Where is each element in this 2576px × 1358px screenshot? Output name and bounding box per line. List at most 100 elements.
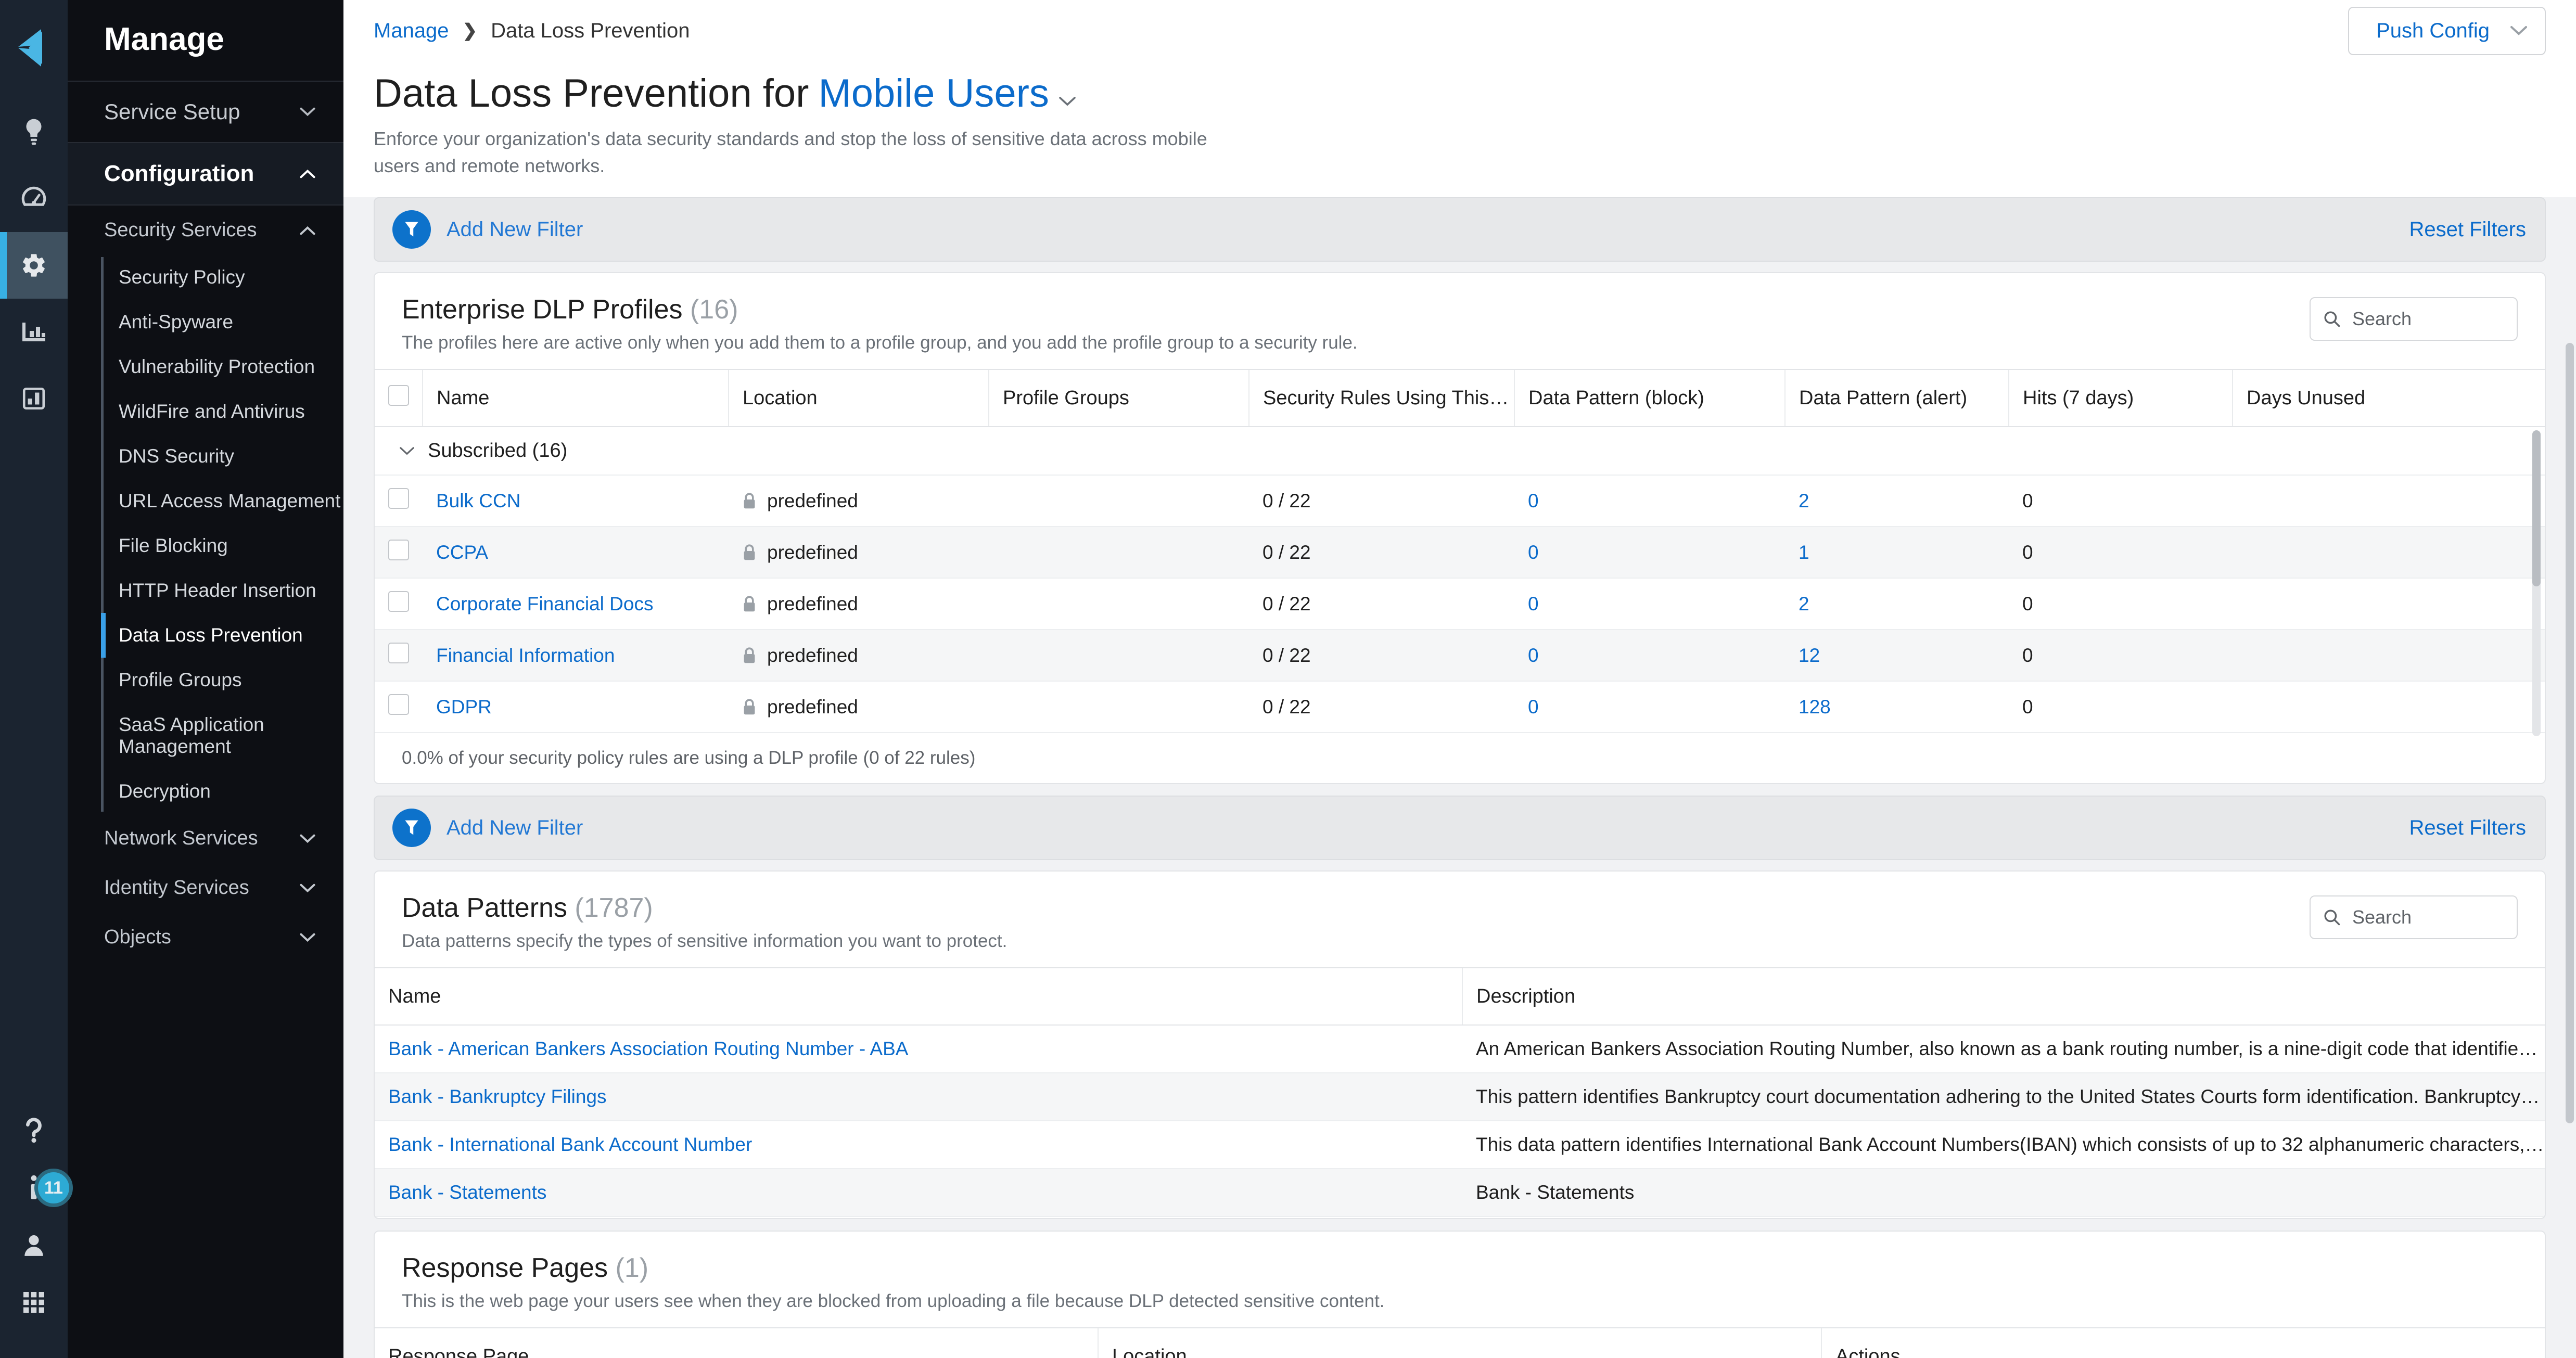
sidebar-item-url-access-management[interactable]: URL Access Management	[104, 479, 343, 523]
chevron-down-icon[interactable]	[400, 446, 414, 456]
cell-pattern-block[interactable]: 0	[1514, 527, 1785, 578]
cell-name[interactable]: Corporate Financial Docs	[423, 578, 729, 630]
page-scrollbar-thumb[interactable]	[2566, 343, 2574, 1123]
pattern-alert-link[interactable]: 128	[1799, 696, 1831, 718]
cell-pattern-block[interactable]: 0	[1514, 578, 1785, 630]
pattern-alert-link[interactable]: 12	[1799, 645, 1820, 666]
cell-name[interactable]: Bulk CCN	[423, 475, 729, 527]
cell-pattern-alert[interactable]: 12	[1785, 630, 2009, 681]
profile-name-link[interactable]: Financial Information	[436, 645, 615, 666]
user-avatar-icon[interactable]	[0, 1216, 68, 1274]
table-row[interactable]: CCPA predefined	[375, 527, 2545, 578]
col-hits[interactable]: Hits (7 days)	[2009, 369, 2233, 427]
row-checkbox[interactable]	[388, 488, 409, 509]
profiles-group-row[interactable]: Subscribed (16)	[375, 427, 2545, 475]
breadcrumb-manage[interactable]: Manage	[374, 19, 449, 43]
col-response-page[interactable]: Response Page	[375, 1328, 1098, 1358]
lightbulb-icon[interactable]	[0, 99, 68, 165]
cell-pattern-alert[interactable]: 2	[1785, 475, 2009, 527]
pattern-block-link[interactable]: 0	[1528, 593, 1539, 614]
cell-name[interactable]: Financial Information	[423, 630, 729, 681]
cell-pattern-alert[interactable]: 2	[1785, 578, 2009, 630]
app-grid-icon[interactable]	[0, 1274, 68, 1331]
pattern-block-link[interactable]: 0	[1528, 696, 1539, 718]
help-question-icon[interactable]	[0, 1102, 68, 1159]
sidebar-section-security-services[interactable]: Security Services	[68, 206, 343, 255]
cell-pattern-block[interactable]: 0	[1514, 475, 1785, 527]
table-row[interactable]: Financial Information predefined	[375, 630, 2545, 681]
pattern-alert-link[interactable]: 2	[1799, 593, 1809, 614]
info-icon[interactable]: 11	[0, 1159, 68, 1216]
pattern-alert-link[interactable]: 1	[1799, 542, 1809, 563]
profiles-scrollbar-thumb[interactable]	[2532, 430, 2541, 586]
pattern-name-link[interactable]: Bank - Bankruptcy Filings	[388, 1086, 607, 1107]
pattern-block-link[interactable]: 0	[1528, 490, 1539, 511]
table-row[interactable]: Bulk CCN	[375, 475, 2545, 527]
col-pattern-name[interactable]: Name	[375, 968, 1462, 1025]
row-checkbox[interactable]	[388, 540, 409, 560]
sidebar-item-anti-spyware[interactable]: Anti-Spyware	[104, 300, 343, 344]
cell-pattern-name[interactable]: Bank - International Bank Account Number	[375, 1121, 1462, 1169]
reset-filters-link-patterns[interactable]: Reset Filters	[2409, 816, 2527, 840]
table-row[interactable]: Bank - Statements Bank - Statements	[375, 1169, 2545, 1216]
table-row[interactable]: Secret Key - AWS Access Key ID This data…	[375, 1216, 2545, 1219]
col-days-unused[interactable]: Days Unused	[2233, 369, 2545, 427]
push-config-button[interactable]: Push Config	[2348, 7, 2546, 55]
add-filter-group[interactable]: Add New Filter	[392, 210, 583, 249]
gear-icon[interactable]	[0, 232, 68, 299]
sidebar-item-profile-groups[interactable]: Profile Groups	[104, 658, 343, 702]
profile-name-link[interactable]: Bulk CCN	[436, 490, 520, 511]
profile-name-link[interactable]: Corporate Financial Docs	[436, 593, 653, 614]
col-security-rules[interactable]: Security Rules Using This Pro...	[1249, 369, 1514, 427]
sidebar-group-objects[interactable]: Objects	[68, 913, 343, 962]
sidebar-group-configuration[interactable]: Configuration	[68, 143, 343, 206]
col-profile-groups[interactable]: Profile Groups	[989, 369, 1249, 427]
page-scrollbar[interactable]	[2565, 197, 2576, 1358]
table-row[interactable]: Bank - International Bank Account Number…	[375, 1121, 2545, 1169]
pattern-name-link[interactable]: Bank - American Bankers Association Rout…	[388, 1038, 908, 1059]
col-pattern-description[interactable]: Description	[1462, 968, 2545, 1025]
chevron-down-icon[interactable]	[1059, 96, 1076, 107]
row-checkbox[interactable]	[388, 694, 409, 715]
col-name[interactable]: Name	[423, 369, 729, 427]
add-new-filter-link[interactable]: Add New Filter	[447, 218, 583, 241]
scroll-region[interactable]: Add New Filter Reset Filters Enterprise …	[343, 197, 2576, 1358]
sidebar-group-network-services[interactable]: Network Services	[68, 814, 343, 863]
row-checkbox[interactable]	[388, 591, 409, 612]
cell-pattern-name[interactable]: Bank - Statements	[375, 1169, 1462, 1216]
col-location[interactable]: Location	[729, 369, 989, 427]
col-response-location[interactable]: Location	[1098, 1328, 1821, 1358]
sidebar-item-file-blocking[interactable]: File Blocking	[104, 523, 343, 568]
col-data-pattern-alert[interactable]: Data Pattern (alert)	[1785, 369, 2009, 427]
sidebar-item-decryption[interactable]: Decryption	[104, 769, 343, 814]
pattern-alert-link[interactable]: 2	[1799, 490, 1809, 511]
table-row[interactable]: Bank - American Bankers Association Rout…	[375, 1025, 2545, 1073]
bar-chart-icon[interactable]	[0, 299, 68, 365]
col-data-pattern-block[interactable]: Data Pattern (block)	[1514, 369, 1785, 427]
sidebar-item-http-header-insertion[interactable]: HTTP Header Insertion	[104, 568, 343, 613]
select-all-checkbox[interactable]	[388, 385, 409, 406]
page-title-scope[interactable]: Mobile Users	[818, 71, 1049, 116]
cell-pattern-block[interactable]: 0	[1514, 681, 1785, 733]
profile-name-link[interactable]: CCPA	[436, 542, 488, 563]
pattern-name-link[interactable]: Bank - International Bank Account Number	[388, 1134, 752, 1155]
patterns-search-input[interactable]: Search	[2310, 895, 2518, 939]
profiles-table-scrollbar[interactable]	[2532, 430, 2541, 736]
profiles-search-input[interactable]: Search	[2310, 297, 2518, 341]
cell-pattern-name[interactable]: Bank - Bankruptcy Filings	[375, 1073, 1462, 1121]
sidebar-item-wildfire-and-antivirus[interactable]: WildFire and Antivirus	[104, 389, 343, 434]
prisma-logo[interactable]	[17, 27, 50, 69]
profile-name-link[interactable]: GDPR	[436, 696, 492, 718]
sidebar-group-service-setup[interactable]: Service Setup	[68, 82, 343, 143]
cell-pattern-alert[interactable]: 1	[1785, 527, 2009, 578]
reset-filters-link-profiles[interactable]: Reset Filters	[2409, 218, 2527, 241]
cell-name[interactable]: GDPR	[423, 681, 729, 733]
sidebar-item-dns-security[interactable]: DNS Security	[104, 434, 343, 479]
add-filter-group-patterns[interactable]: Add New Filter	[392, 809, 583, 847]
notification-badge[interactable]: 11	[34, 1169, 73, 1207]
pattern-name-link[interactable]: Bank - Statements	[388, 1182, 546, 1203]
report-document-icon[interactable]	[0, 365, 68, 432]
table-row[interactable]: GDPR predefined	[375, 681, 2545, 733]
cell-pattern-alert[interactable]: 128	[1785, 681, 2009, 733]
sidebar-item-saas-application-management[interactable]: SaaS Application Management	[104, 702, 343, 769]
